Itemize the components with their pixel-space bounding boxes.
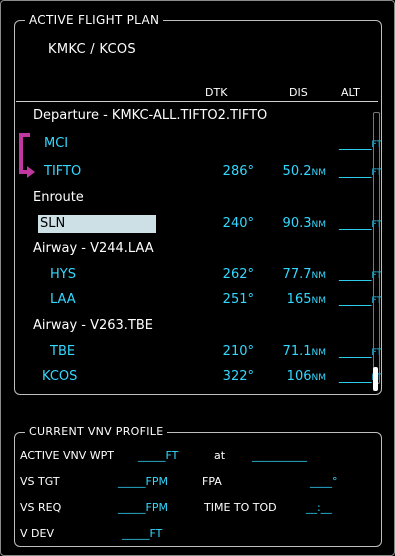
header-divider xyxy=(16,101,378,102)
v-dev-label: V DEV xyxy=(20,527,54,540)
vs-tgt-label: VS TGT xyxy=(20,475,60,488)
column-header-dis: DIS xyxy=(289,86,308,99)
waypoint-dis: 71.1NM xyxy=(282,344,326,359)
waypoint-row-tifto[interactable]: TIFTO 286° 50.2NM _____FT xyxy=(16,161,382,183)
column-header-dtk: DTK xyxy=(205,86,228,99)
waypoint-dis: 77.7NM xyxy=(282,267,326,282)
waypoint-dtk: 210° xyxy=(222,344,254,359)
waypoint-dtk: 262° xyxy=(222,267,254,282)
scrollbar-thumb[interactable] xyxy=(373,367,378,391)
waypoint-dtk: 322° xyxy=(222,369,254,384)
section-header-label: Airway - V263.TBE xyxy=(33,318,154,333)
waypoint-row-kcos[interactable]: KCOS 322° 106NM _____FT xyxy=(16,366,382,388)
vnv-profile-title: CURRENT VNV PROFILE xyxy=(25,424,168,440)
section-header-departure[interactable]: Departure - KMKC-ALL.TIFTO2.TIFTO xyxy=(16,105,378,127)
waypoint-name: TBE xyxy=(50,344,76,359)
waypoint-name: KCOS xyxy=(42,369,78,384)
active-flight-plan-title: ACTIVE FLIGHT PLAN xyxy=(25,12,164,28)
waypoint-dtk: 251° xyxy=(222,292,254,307)
waypoint-row-tbe[interactable]: TBE 210° 71.1NM _____FT xyxy=(16,341,382,363)
flight-plan-screen: ACTIVE FLIGHT PLAN KMKC / KCOS DTK DIS A… xyxy=(0,0,395,556)
fpa-label: FPA xyxy=(202,475,222,488)
flight-plan-scrollbar[interactable] xyxy=(373,112,380,384)
waypoint-dis: 90.3NM xyxy=(282,216,326,231)
section-header-label: Enroute xyxy=(33,190,84,205)
vnv-vs-req-row: VS REQ _____FPM TIME TO TOD __:__ xyxy=(20,499,380,517)
waypoint-row-mci[interactable]: MCI _____FT xyxy=(16,133,382,155)
waypoint-name: HYS xyxy=(50,267,76,282)
vs-tgt-value: _____FPM xyxy=(118,475,168,488)
waypoint-dtk: 240° xyxy=(222,216,254,231)
selected-waypoint-cursor[interactable]: SLN xyxy=(38,215,156,233)
active-leg-arrow-icon xyxy=(19,133,35,178)
vs-req-value: _____FPM xyxy=(118,501,168,514)
section-header-airway-v263[interactable]: Airway - V263.TBE xyxy=(16,315,378,337)
time-to-tod-label: TIME TO TOD xyxy=(204,501,277,514)
section-header-label: Airway - V244.LAA xyxy=(33,241,154,256)
waypoint-dis: 165NM xyxy=(286,292,326,307)
vnv-vs-tgt-row: VS TGT _____FPM FPA ____° xyxy=(20,473,380,491)
fpa-value: ____° xyxy=(310,475,338,488)
time-to-tod-value: __:__ xyxy=(306,501,332,514)
waypoint-dtk: 286° xyxy=(222,164,254,179)
waypoint-row-hys[interactable]: HYS 262° 77.7NM _____FT xyxy=(16,264,382,286)
active-vnv-wpt-alt: _____FT xyxy=(138,449,179,462)
flight-plan-route: KMKC / KCOS xyxy=(48,42,136,57)
v-dev-value: _____FT xyxy=(122,527,163,540)
waypoint-dis: 50.2NM xyxy=(282,164,326,179)
active-vnv-wpt-label: ACTIVE VNV WPT xyxy=(20,449,114,462)
active-vnv-wpt-at: at xyxy=(214,449,226,462)
waypoint-row-laa[interactable]: LAA 251° 165NM _____FT xyxy=(16,289,382,311)
waypoint-name: TIFTO xyxy=(44,164,82,179)
vnv-active-wpt-row: ACTIVE VNV WPT _____FT at __________ xyxy=(20,447,380,465)
section-header-label: Departure - KMKC-ALL.TIFTO2.TIFTO xyxy=(33,108,268,123)
vs-req-label: VS REQ xyxy=(20,501,62,514)
active-vnv-wpt-name: __________ xyxy=(252,449,307,462)
waypoint-name: MCI xyxy=(44,136,69,151)
waypoint-row-sln[interactable]: SLN 240° 90.3NM _____FT xyxy=(16,213,382,235)
section-header-enroute[interactable]: Enroute xyxy=(16,187,378,209)
vnv-v-dev-row: V DEV _____FT xyxy=(20,525,380,543)
waypoint-dis: 106NM xyxy=(286,369,326,384)
column-header-alt: ALT xyxy=(341,86,360,99)
section-header-airway-v244[interactable]: Airway - V244.LAA xyxy=(16,238,378,260)
waypoint-name: LAA xyxy=(50,292,76,307)
